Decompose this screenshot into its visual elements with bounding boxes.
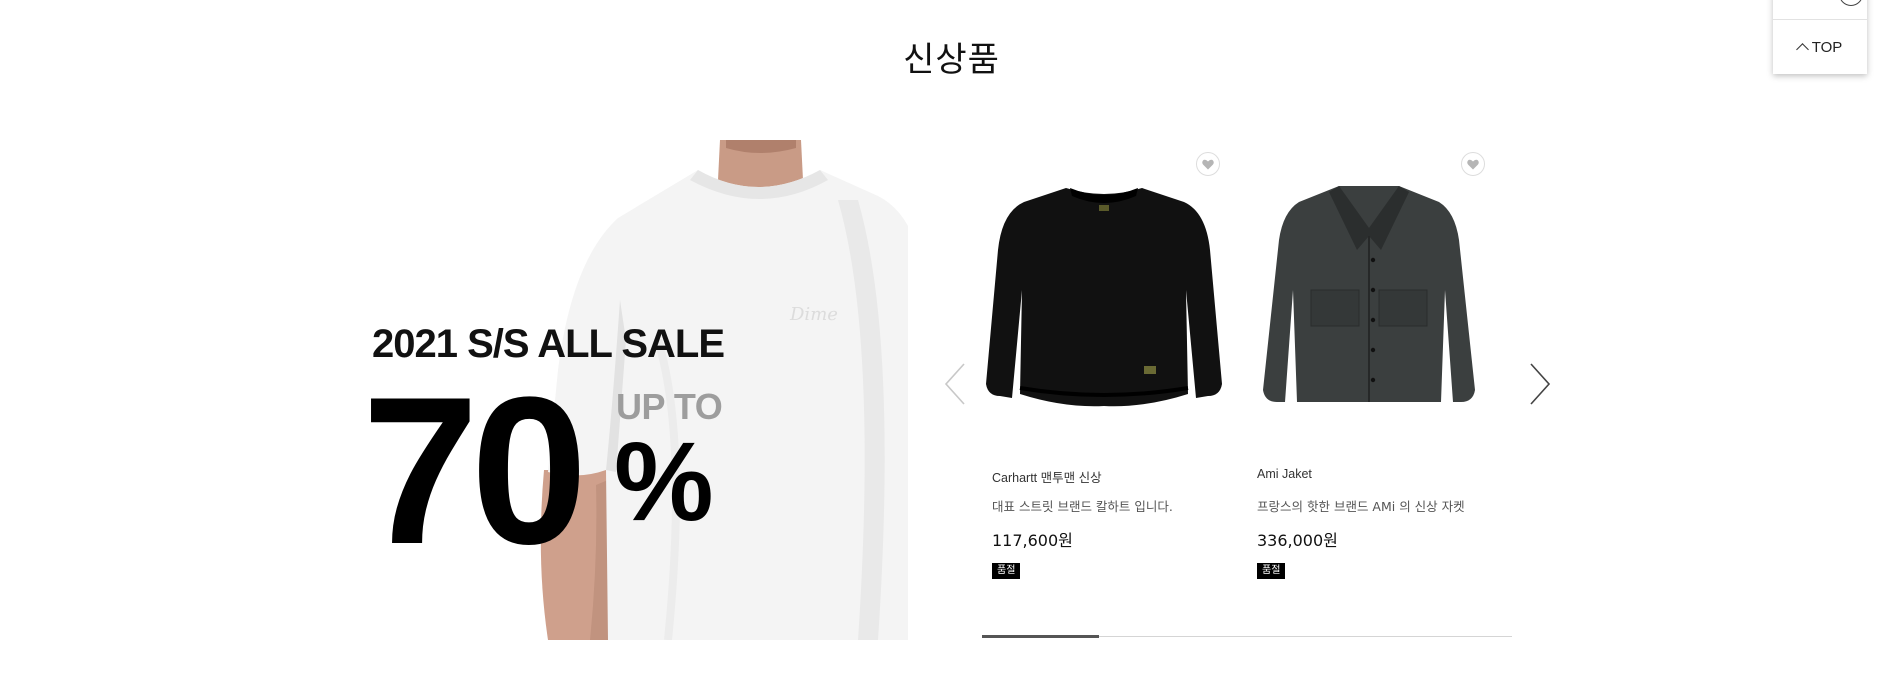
heart-icon (1202, 159, 1214, 169)
wishlist-button[interactable] (1196, 152, 1220, 176)
wishlist-button[interactable] (1461, 152, 1485, 176)
black-sweatshirt-image (986, 188, 1222, 407)
product-description: 대표 스트릿 브랜드 칼하트 입니다. (992, 499, 1173, 514)
slider-next-button[interactable] (1523, 360, 1559, 408)
promo-banner[interactable]: Dime 2021 S/S ALL SALE 70 UP TO % (358, 140, 908, 640)
product-card[interactable]: Ami Jaket 프랑스의 핫한 브랜드 AMi 의 신상 자켓 336,00… (1249, 140, 1489, 590)
scroll-top-button[interactable]: TOP (1773, 20, 1867, 74)
slider-progress-fill (982, 635, 1099, 638)
grey-jacket-image (1263, 186, 1475, 402)
product-image[interactable] (984, 140, 1224, 440)
product-price: 117,600원 (992, 531, 1073, 550)
floating-menu-cell[interactable] (1773, 0, 1867, 20)
caret-up-icon (1795, 43, 1809, 56)
heart-icon (1467, 159, 1479, 169)
chevron-right-icon (1530, 363, 1551, 405)
slider-progress-track[interactable] (982, 635, 1512, 638)
slider-prev-button[interactable] (940, 360, 976, 408)
soldout-badge: 품절 (1257, 563, 1286, 579)
banner-percent-value: 70 (362, 353, 588, 588)
floating-quick-menu: TOP (1773, 0, 1867, 74)
circle-icon (1839, 0, 1863, 6)
product-description: 프랑스의 핫한 브랜드 AMi 의 신상 자켓 (1257, 499, 1465, 514)
shirt-logo: Dime (789, 304, 838, 325)
section-title: 신상품 (903, 40, 1000, 80)
product-price: 336,000원 (1257, 531, 1338, 550)
product-image[interactable] (1249, 140, 1489, 440)
banner-percent-sign: % (614, 419, 714, 544)
chevron-left-icon (944, 363, 965, 405)
product-card[interactable]: Carhartt 맨투맨 신상 대표 스트릿 브랜드 칼하트 입니다. 117,… (984, 140, 1224, 590)
soldout-badge: 품절 (992, 563, 1021, 579)
product-name[interactable]: Ami Jaket (1257, 467, 1312, 481)
scroll-top-label: TOP (1811, 38, 1843, 56)
product-name[interactable]: Carhartt 맨투맨 신상 (992, 467, 1102, 486)
